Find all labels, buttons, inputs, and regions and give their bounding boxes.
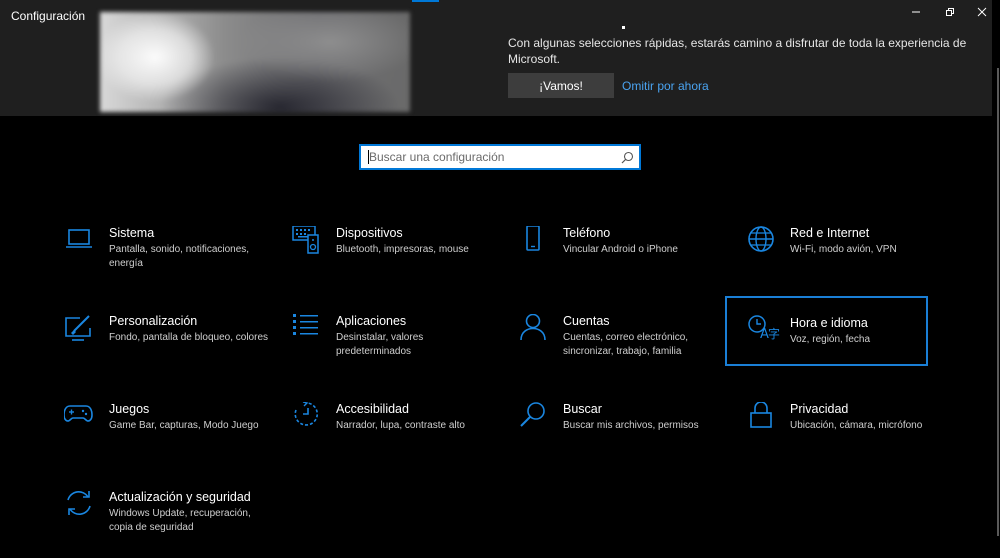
window-title: Configuración (11, 9, 86, 23)
category-accesibilidad[interactable]: Accesibilidad Narrador, lupa, contraste … (291, 402, 491, 470)
search-input[interactable] (365, 146, 623, 168)
restore-button[interactable] (938, 3, 962, 21)
category-privacidad[interactable]: Privacidad Ubicación, cámara, micrófono (745, 402, 945, 470)
search-box[interactable] (359, 144, 641, 170)
category-description: Desinstalar, valores predeterminados (336, 332, 424, 357)
category-description: Fondo, pantalla de bloqueo, colores (109, 332, 269, 343)
personalization-icon (64, 314, 98, 348)
category-description: Buscar mis archivos, permisos (563, 420, 699, 431)
category-personalizacion[interactable]: Personalización Fondo, pantalla de bloqu… (64, 314, 268, 382)
category-title: Aplicaciones (336, 314, 407, 328)
category-title: Accesibilidad (336, 402, 409, 416)
phone-icon (518, 226, 552, 260)
category-title: Cuentas (563, 314, 610, 328)
category-title: Dispositivos (336, 226, 403, 240)
search-icon[interactable] (621, 151, 634, 164)
restore-icon (946, 8, 954, 16)
category-description: Narrador, lupa, contraste alto (336, 420, 465, 431)
person-icon (518, 314, 552, 348)
category-description: Windows Update, recuperación, copia de s… (109, 508, 251, 533)
devices-icon (291, 226, 325, 260)
search-icon (518, 402, 552, 436)
category-title: Buscar (563, 402, 602, 416)
time-language-icon: A 字 (747, 314, 781, 348)
category-title: Hora e idioma (790, 316, 868, 330)
minimize-button[interactable] (904, 3, 928, 21)
scrollbar-thumb[interactable] (997, 68, 999, 536)
lock-icon (745, 402, 779, 436)
title-bar: Configuración (0, 0, 1000, 30)
minimize-icon (912, 11, 920, 13)
globe-icon (745, 226, 779, 260)
category-title: Actualización y seguridad (109, 490, 251, 504)
category-title: Privacidad (790, 402, 849, 416)
category-description: Pantalla, sonido, notificaciones, energí… (109, 244, 250, 269)
category-buscar[interactable]: Buscar Buscar mis archivos, permisos (518, 402, 718, 470)
category-description: Bluetooth, impresoras, mouse (336, 244, 469, 255)
category-description: Cuentas, correo electrónico, sincronizar… (563, 332, 689, 357)
category-title: Red e Internet (790, 226, 870, 240)
scrollbar[interactable] (992, 0, 1000, 539)
category-description: Game Bar, capturas, Modo Juego (109, 420, 259, 431)
category-hora-idioma[interactable]: A 字 Hora e idioma Voz, región, fecha (725, 296, 928, 366)
category-sistema[interactable]: Sistema Pantalla, sonido, notificaciones… (64, 226, 264, 294)
close-icon (977, 7, 987, 17)
category-aplicaciones[interactable]: Aplicaciones Desinstalar, valores predet… (291, 314, 491, 382)
category-description: Voz, región, fecha (790, 334, 871, 345)
gamepad-icon (64, 402, 98, 436)
category-title: Teléfono (563, 226, 611, 240)
apps-list-icon (291, 314, 325, 348)
category-telefono[interactable]: Teléfono Vincular Android o iPhone (518, 226, 718, 294)
category-actualizacion-seguridad[interactable]: Actualización y seguridad Windows Update… (64, 490, 264, 558)
category-title: Sistema (109, 226, 155, 240)
category-juegos[interactable]: Juegos Game Bar, capturas, Modo Juego (64, 402, 264, 470)
skip-link[interactable]: Omitir por ahora (622, 79, 709, 93)
update-icon (64, 490, 98, 524)
category-cuentas[interactable]: Cuentas Cuentas, correo electrónico, sin… (518, 314, 718, 382)
category-description: Wi-Fi, modo avión, VPN (790, 244, 897, 255)
category-dispositivos[interactable]: Dispositivos Bluetooth, impresoras, mous… (291, 226, 491, 294)
vamos-button[interactable]: ¡Vamos! (508, 73, 614, 98)
accessibility-icon (291, 402, 325, 436)
category-title: Juegos (109, 402, 150, 416)
category-description: Ubicación, cámara, micrófono (790, 420, 923, 431)
svg-text:字: 字 (768, 326, 780, 341)
laptop-icon (64, 226, 98, 260)
banner-message: Con algunas selecciones rápidas, estarás… (508, 36, 967, 66)
category-title: Personalización (109, 314, 198, 328)
close-button[interactable] (970, 3, 994, 21)
category-red-internet[interactable]: Red e Internet Wi-Fi, modo avión, VPN (745, 226, 945, 294)
category-description: Vincular Android o iPhone (563, 244, 678, 255)
text-caret (368, 150, 369, 164)
